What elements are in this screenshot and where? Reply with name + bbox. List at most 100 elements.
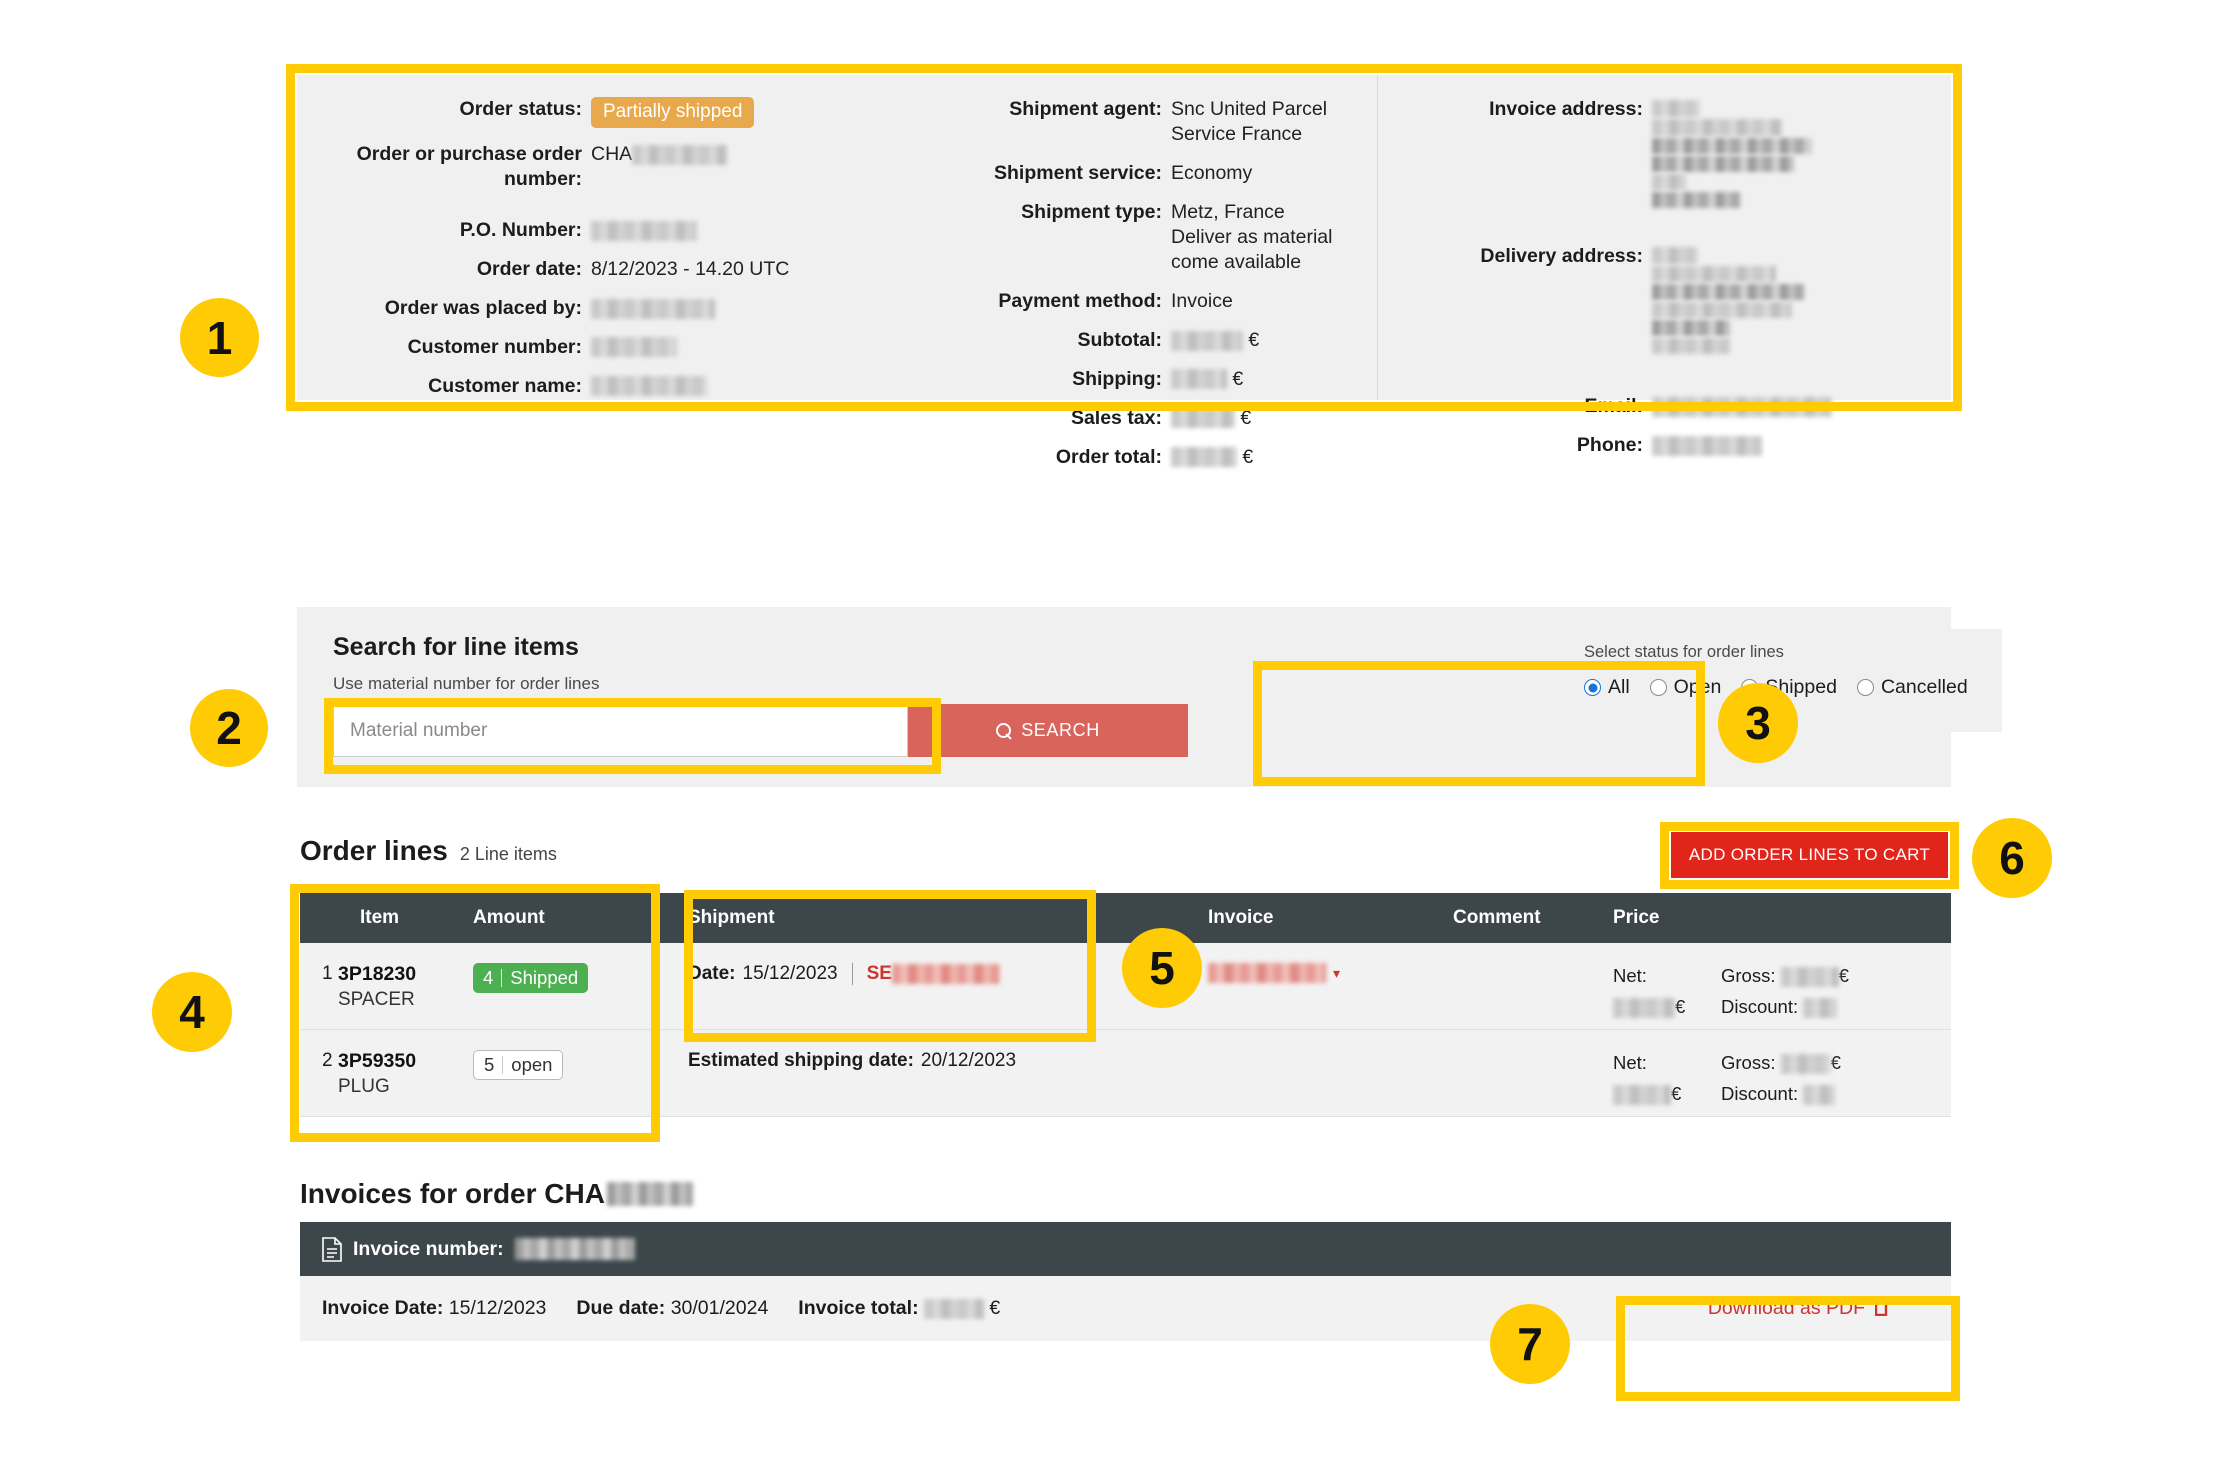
column-header-item: Item bbox=[360, 907, 473, 929]
table-row[interactable]: 2 3P59350 PLUG 5 open Estimated shipping… bbox=[300, 1030, 1951, 1117]
placed-by-label: Order was placed by: bbox=[297, 296, 582, 321]
invoices-heading: Invoices for order CHA bbox=[300, 1178, 693, 1210]
order-summary-right-column: Invoice address: Delivery address: bbox=[1377, 75, 1951, 400]
amount-status: Shipped bbox=[502, 967, 588, 989]
net-currency: € bbox=[1675, 996, 1685, 1017]
shipment-date-value: 15/12/2023 bbox=[743, 963, 838, 985]
radio-cancelled-input[interactable] bbox=[1857, 679, 1874, 696]
invoice-total-currency: € bbox=[989, 1297, 1000, 1319]
order-status-row: Order status: Partially shipped bbox=[297, 97, 917, 128]
phone-label: Phone: bbox=[1378, 433, 1643, 458]
po-number-redaction bbox=[591, 221, 697, 241]
row-item: 3P18230 SPACER bbox=[338, 943, 473, 1029]
discount-label: Discount: bbox=[1721, 1083, 1798, 1104]
shipping-redaction bbox=[1171, 369, 1227, 389]
amount-qty: 5 bbox=[474, 1054, 502, 1076]
po-number-row: P.O. Number: bbox=[297, 218, 917, 243]
download-as-pdf-link[interactable]: Download as PDF bbox=[1708, 1296, 1897, 1322]
add-order-lines-to-cart-button[interactable]: ADD ORDER LINES TO CART bbox=[1671, 832, 1948, 878]
callout-number: 4 bbox=[179, 985, 205, 1039]
search-panel: Search for line items Use material numbe… bbox=[297, 607, 1951, 787]
gross-label: Gross: bbox=[1721, 1052, 1775, 1073]
order-detail-page: Order status: Partially shipped Order or… bbox=[0, 0, 2226, 1467]
order-total-label: Order total: bbox=[917, 445, 1162, 470]
download-as-pdf-label: Download as PDF bbox=[1708, 1297, 1865, 1320]
shipment-type-value: Metz, France Deliver as material come av… bbox=[1162, 200, 1367, 275]
column-header-amount: Amount bbox=[473, 907, 688, 929]
invoice-number-label: Invoice number: bbox=[353, 1238, 504, 1261]
status-badge: Partially shipped bbox=[591, 97, 754, 128]
net-label: Net: bbox=[1613, 963, 1721, 990]
invoice-card-header: Invoice number: bbox=[300, 1222, 1951, 1276]
row-material-number: 3P18230 bbox=[338, 963, 473, 986]
row-material-number: 3P59350 bbox=[338, 1050, 473, 1073]
status-filter-label: Select status for order lines bbox=[1584, 643, 2002, 662]
status-radio-list: All Open Shipped Cancelled bbox=[1584, 676, 2002, 699]
shipment-type-label: Shipment type: bbox=[917, 200, 1162, 225]
sales-tax-currency: € bbox=[1240, 407, 1251, 429]
amount-badge-shipped: 4 Shipped bbox=[473, 963, 588, 993]
callout-marker-3: 3 bbox=[1718, 683, 1798, 763]
net-redaction bbox=[1613, 998, 1675, 1018]
customer-name-redaction bbox=[591, 376, 707, 396]
invoice-address-label: Invoice address: bbox=[1378, 97, 1643, 122]
row-material-name: PLUG bbox=[338, 1076, 473, 1098]
row-material-name: SPACER bbox=[338, 989, 473, 1011]
invoice-card-body: Invoice Date: 15/12/2023 Due date: 30/01… bbox=[300, 1276, 1951, 1341]
callout-number: 3 bbox=[1745, 696, 1771, 750]
callout-marker-2: 2 bbox=[190, 689, 268, 767]
amount-badge-open: 5 open bbox=[473, 1050, 563, 1080]
search-button[interactable]: SEARCH bbox=[908, 704, 1188, 757]
radio-all-label: All bbox=[1608, 676, 1630, 699]
net-redaction bbox=[1613, 1085, 1671, 1105]
gross-redaction bbox=[1781, 1054, 1831, 1074]
row-comment bbox=[1453, 1030, 1613, 1116]
chevron-down-icon[interactable]: ▾ bbox=[1333, 966, 1340, 980]
sales-tax-label: Sales tax: bbox=[917, 406, 1162, 431]
shipment-service-value: Economy bbox=[1162, 161, 1252, 186]
shipment-agent-value: Snc United Parcel Service France bbox=[1162, 97, 1367, 147]
callout-number: 5 bbox=[1149, 941, 1175, 995]
invoice-total-redaction bbox=[924, 1299, 984, 1319]
order-number-redaction bbox=[632, 145, 727, 165]
order-total-redaction bbox=[1171, 447, 1237, 467]
order-summary-middle-column: Shipment agent: Snc United Parcel Servic… bbox=[917, 75, 1377, 400]
shipment-service-row: Shipment service: Economy bbox=[917, 161, 1377, 186]
email-redaction bbox=[1652, 397, 1832, 417]
gross-redaction bbox=[1781, 967, 1839, 987]
callout-marker-6: 6 bbox=[1972, 818, 2052, 898]
customer-number-label: Customer number: bbox=[297, 335, 582, 360]
order-summary-left-column: Order status: Partially shipped Order or… bbox=[297, 75, 917, 400]
callout-marker-1: 1 bbox=[180, 298, 259, 377]
shipping-label: Shipping: bbox=[917, 367, 1162, 392]
radio-all[interactable]: All bbox=[1584, 676, 1630, 699]
order-date-row: Order date: 8/12/2023 - 14.20 UTC bbox=[297, 257, 917, 282]
discount-redaction bbox=[1803, 1085, 1835, 1105]
callout-number: 7 bbox=[1517, 1317, 1543, 1371]
radio-cancelled-label: Cancelled bbox=[1881, 676, 1968, 699]
customer-name-row: Customer name: bbox=[297, 374, 917, 399]
subtotal-label: Subtotal: bbox=[917, 328, 1162, 353]
order-lines-table: Item Amount Shipment Invoice Comment Pri… bbox=[300, 893, 1951, 1117]
radio-all-input[interactable] bbox=[1584, 679, 1601, 696]
order-number-label: Order or purchase order number: bbox=[297, 142, 582, 192]
email-label: Email: bbox=[1378, 394, 1643, 419]
radio-open-input[interactable] bbox=[1650, 679, 1667, 696]
order-date-value: 8/12/2023 - 14.20 UTC bbox=[582, 257, 789, 282]
external-link-icon bbox=[1875, 1296, 1897, 1322]
row-invoice[interactable]: ▾ bbox=[1208, 943, 1453, 1029]
invoice-number-redaction bbox=[515, 1238, 635, 1260]
sales-tax-redaction bbox=[1171, 408, 1235, 428]
radio-open[interactable]: Open bbox=[1650, 676, 1722, 699]
shipment-date-label: Date: bbox=[688, 963, 736, 985]
customer-number-row: Customer number: bbox=[297, 335, 917, 360]
search-input[interactable] bbox=[333, 704, 908, 757]
radio-cancelled[interactable]: Cancelled bbox=[1857, 676, 1968, 699]
row-amount: 4 Shipped bbox=[473, 943, 688, 1029]
email-row: Email: bbox=[1378, 394, 1951, 419]
invoice-link[interactable]: ▾ bbox=[1208, 963, 1453, 983]
payment-method-value: Invoice bbox=[1162, 289, 1233, 314]
estimated-shipping-value: 20/12/2023 bbox=[921, 1050, 1016, 1072]
payment-method-row: Payment method: Invoice bbox=[917, 289, 1377, 314]
shipment-agent-label: Shipment agent: bbox=[917, 97, 1162, 122]
